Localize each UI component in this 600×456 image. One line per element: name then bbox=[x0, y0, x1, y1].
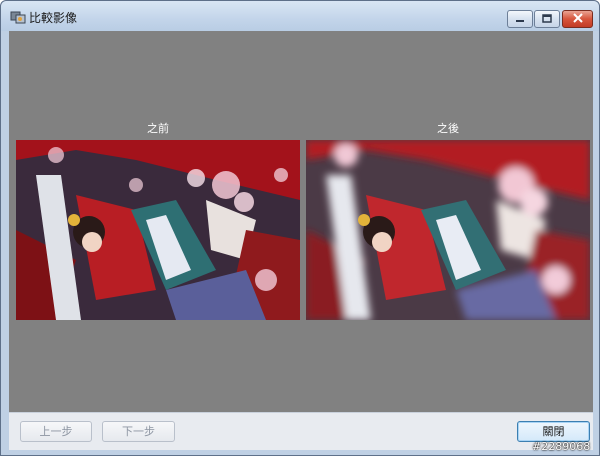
close-window-button[interactable] bbox=[562, 10, 593, 28]
minimize-icon bbox=[515, 12, 525, 26]
title-bar[interactable]: 比較影像 bbox=[1, 1, 599, 31]
compare-images-window: 比較影像 之前 之後 上一步 下一步 關閉 bbox=[0, 0, 600, 456]
footer-bar: 上一步 下一步 關閉 bbox=[9, 412, 593, 450]
window-title: 比較影像 bbox=[29, 11, 78, 25]
maximize-button[interactable] bbox=[534, 10, 560, 28]
compare-images-app-icon bbox=[10, 9, 26, 25]
comparison-area: 之前 之後 bbox=[9, 31, 593, 412]
watermark: #2289068 bbox=[532, 440, 591, 453]
before-label: 之前 bbox=[147, 122, 169, 135]
close-button[interactable]: 關閉 bbox=[517, 421, 590, 442]
previous-button[interactable]: 上一步 bbox=[20, 421, 92, 442]
close-icon bbox=[572, 12, 584, 26]
before-image bbox=[16, 140, 300, 320]
next-button[interactable]: 下一步 bbox=[102, 421, 175, 442]
minimize-button[interactable] bbox=[507, 10, 533, 28]
after-label: 之後 bbox=[437, 122, 459, 135]
maximize-icon bbox=[542, 12, 552, 26]
after-image bbox=[306, 140, 590, 320]
